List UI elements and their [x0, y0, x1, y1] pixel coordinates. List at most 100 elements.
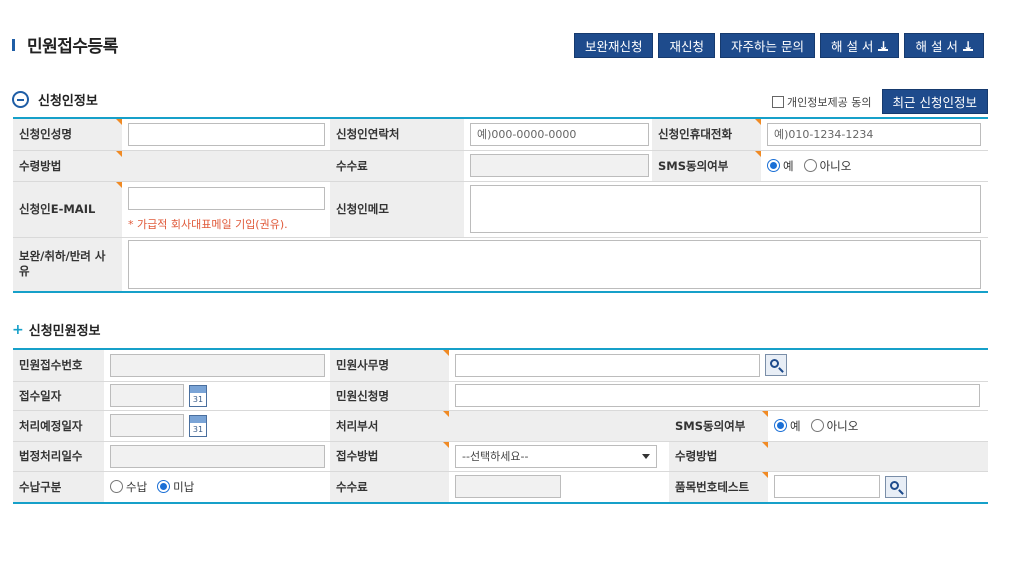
chevron-down-icon [642, 453, 650, 459]
search-icon [890, 480, 899, 490]
receipt-date-group: 31 [110, 384, 324, 407]
petition-name-label: 민원신청명 [330, 381, 449, 411]
table-row: 신청인성명 신청인연락처 예)000-0000-0000 신청인휴대전화 예)0… [13, 118, 988, 151]
top-toolbar: 보완재신청 재신청 자주하는 문의 해 설 서 ↓ 해 설 서 ↓ [573, 33, 984, 58]
page-header: 민원접수등록 [12, 32, 118, 57]
unpaid-label: 미납 [173, 479, 195, 494]
search-icon [770, 359, 779, 369]
calendar-icon[interactable]: 31 [189, 384, 207, 407]
sms-consent-radios: 예 아니오 [774, 418, 982, 434]
manual-label: 해 설 서 [830, 39, 874, 54]
name-label: 신청인성명 [13, 118, 122, 151]
receipt-no-field [110, 353, 325, 377]
sms-yes-label: 예 [790, 418, 801, 433]
paid-radio[interactable] [110, 480, 123, 494]
office-search-button[interactable] [765, 354, 787, 377]
petition-section-header: + 신청민원정보 [12, 320, 101, 340]
applicant-section-title: 신청인정보 [38, 94, 98, 109]
sms-no-radio[interactable] [803, 159, 817, 172]
email-label: 신청인E-MAIL [13, 181, 122, 238]
reason-label: 보완/취하/반려 사유 [13, 237, 122, 292]
title-marker [12, 38, 15, 51]
fee-label: 수수료 [330, 150, 464, 182]
sms-yes-radio[interactable] [767, 159, 780, 172]
applicant-mobile-input[interactable]: 예)010-1234-1234 [767, 122, 981, 146]
sms-no-label: 아니오 [819, 158, 852, 173]
sms-yes-radio[interactable] [774, 419, 787, 432]
item-no-label: 품목번호테스트 [669, 471, 768, 503]
reason-textarea[interactable] [128, 239, 981, 289]
download-icon: ↓ [878, 39, 889, 53]
office-name-input[interactable] [455, 353, 760, 377]
sms-yes-label: 예 [783, 158, 794, 173]
table-row: 수납구분 수납 미납 수수료 품목번호테스트 [13, 471, 989, 503]
legal-days-field [110, 444, 325, 468]
manual-label: 해 설 서 [915, 39, 958, 54]
receive-method-label: 수령방법 [13, 150, 122, 182]
reapply-button[interactable]: 재신청 [658, 33, 715, 58]
petition-fee-field [455, 475, 561, 499]
calendar-icon[interactable]: 31 [189, 414, 207, 437]
table-row: 민원접수번호 민원사무명 [13, 349, 989, 382]
manual-download-button-1[interactable]: 해 설 서 ↓ [819, 33, 900, 58]
due-date-input[interactable] [110, 414, 184, 437]
page-title: 민원접수등록 [27, 37, 118, 57]
sms-no-label: 아니오 [826, 418, 859, 433]
download-icon: ↓ [962, 39, 973, 53]
office-name-label: 민원사무명 [330, 349, 449, 382]
paid-label: 수납 [126, 479, 148, 494]
mobile-label: 신청인휴대전화 [652, 118, 761, 151]
sms-no-radio[interactable] [810, 419, 824, 432]
applicant-email-input[interactable] [128, 186, 325, 210]
method-select[interactable]: --선택하세요-- [455, 444, 657, 468]
method-selected-value: --선택하세요-- [462, 450, 529, 463]
fee-label: 수수료 [330, 471, 449, 503]
receipt-date-input[interactable] [110, 384, 184, 407]
sms-consent-radios: 예 아니오 [767, 158, 982, 174]
item-no-group [774, 475, 982, 499]
sms-consent-label: SMS동의여부 [652, 150, 761, 182]
unpaid-radio[interactable] [157, 480, 171, 494]
legal-days-label: 법정처리일수 [13, 441, 104, 472]
payment-radios: 수납 미납 [110, 479, 324, 495]
office-name-group [455, 353, 982, 377]
receive-method-value [768, 441, 989, 472]
petition-section-title: 신청민원정보 [28, 324, 101, 339]
contact-label: 신청인연락처 [330, 118, 464, 151]
due-date-label: 처리예정일자 [13, 410, 104, 442]
petition-name-input[interactable] [455, 384, 980, 407]
dept-value [449, 410, 669, 442]
faq-button[interactable]: 자주하는 문의 [719, 33, 815, 58]
receive-method-label: 수령방법 [669, 441, 768, 472]
due-date-group: 31 [110, 414, 324, 437]
applicant-memo-textarea[interactable] [470, 185, 981, 233]
recent-applicant-button[interactable]: 최근 신청인정보 [881, 89, 988, 114]
email-hint: * 가급적 회사대표메일 기입(권유). [128, 217, 288, 231]
applicant-contact-input[interactable]: 예)000-0000-0000 [470, 122, 649, 146]
method-label: 접수방법 [330, 441, 449, 472]
applicant-table: 신청인성명 신청인연락처 예)000-0000-0000 신청인휴대전화 예)0… [13, 117, 988, 293]
applicant-fee-field [470, 154, 649, 177]
manual-download-button-2[interactable]: 해 설 서 ↓ [904, 33, 984, 58]
expand-plus-icon[interactable]: + [12, 322, 24, 338]
collapse-minus-icon[interactable] [12, 91, 29, 108]
supplement-reapply-button[interactable]: 보완재신청 [573, 33, 654, 58]
receipt-date-label: 접수일자 [13, 381, 104, 411]
table-row: 처리예정일자 31 처리부서 SMS동의여부 예 아니오 [13, 410, 989, 442]
consent-checkbox[interactable] [772, 95, 785, 108]
table-row: 법정처리일수 접수방법 --선택하세요-- 수령방법 [13, 441, 989, 472]
applicant-name-input[interactable] [128, 122, 325, 146]
item-search-button[interactable] [885, 475, 907, 498]
consent-area: 개인정보제공 동의 최근 신청인정보 [772, 89, 988, 114]
table-row: 수령방법 수수료 SMS동의여부 예 아니오 [13, 150, 988, 182]
item-no-input[interactable] [774, 475, 880, 499]
dept-label: 처리부서 [330, 410, 449, 442]
table-row: 접수일자 31 민원신청명 [13, 381, 989, 411]
payment-label: 수납구분 [13, 471, 104, 503]
applicant-section-header: 신청인정보 [12, 90, 98, 109]
sms-consent-label: SMS동의여부 [669, 410, 768, 442]
memo-label: 신청인메모 [330, 181, 464, 238]
petition-table: 민원접수번호 민원사무명 접수일자 31 민원신청명 처리예정일자 31 처리부… [13, 348, 989, 504]
table-row: 신청인E-MAIL * 가급적 회사대표메일 기입(권유). 신청인메모 [13, 181, 988, 238]
receipt-no-label: 민원접수번호 [13, 349, 104, 382]
